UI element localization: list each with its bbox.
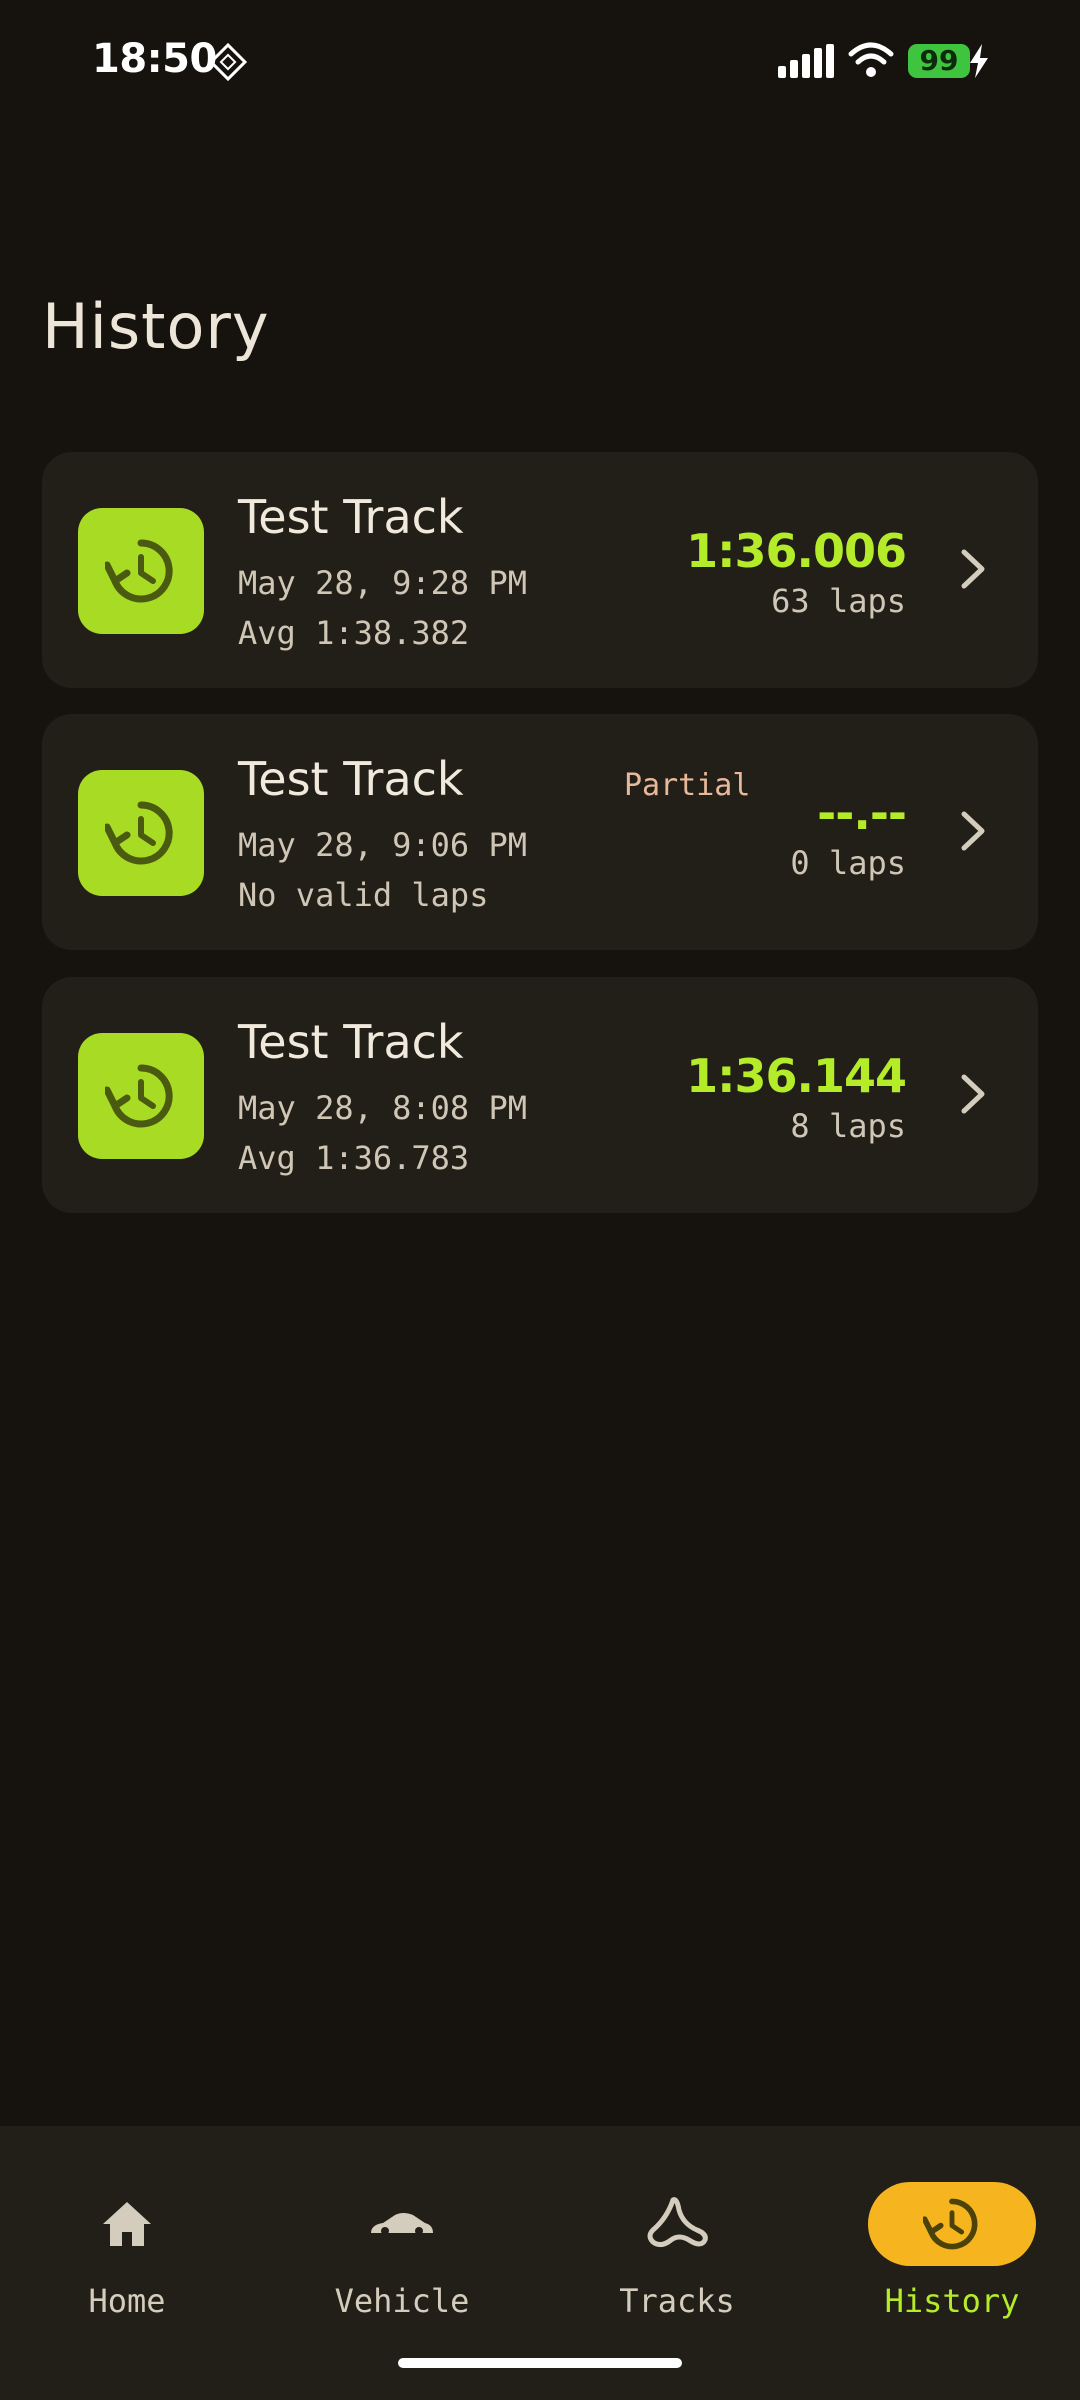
session-card[interactable]: Test Track Partial May 28, 9:06 PM No va…: [42, 714, 1038, 950]
battery-icon: 99: [908, 44, 970, 78]
nav-item-vehicle[interactable]: Vehicle: [287, 2156, 517, 2320]
session-card[interactable]: Test Track May 28, 9:28 PM Avg 1:38.382 …: [42, 452, 1038, 688]
nav-label-tracks: Tracks: [619, 2282, 735, 2320]
session-best-lap: 1:36.006: [686, 524, 907, 578]
session-avg: Avg 1:36.783: [238, 1139, 470, 1177]
page-title: History: [42, 290, 270, 363]
session-laps: 0 laps: [790, 844, 906, 882]
session-laps: 63 laps: [771, 582, 906, 620]
session-card[interactable]: Test Track May 28, 8:08 PM Avg 1:36.783 …: [42, 977, 1038, 1213]
charging-icon: [970, 44, 988, 78]
wifi-icon: [848, 42, 894, 77]
session-status: No valid laps: [238, 876, 489, 914]
chevron-right-icon: [961, 811, 985, 851]
partial-badge: Partial: [624, 768, 751, 803]
diamond-icon: [208, 42, 248, 82]
session-laps: 8 laps: [790, 1107, 906, 1145]
history-icon: [923, 2198, 978, 2250]
nav-item-home[interactable]: Home: [12, 2156, 242, 2320]
nav-icon-container: [868, 2182, 1036, 2266]
session-best-lap: --.--: [817, 786, 907, 840]
nav-icon-container: [318, 2182, 486, 2266]
session-date: May 28, 9:28 PM: [238, 564, 527, 602]
nav-icon-container: [593, 2182, 761, 2266]
session-track: Test Track: [238, 490, 464, 544]
chevron-right-icon: [961, 1074, 985, 1114]
signal-icon: [778, 44, 834, 78]
car-icon: [371, 2213, 433, 2235]
history-screen: 18:50 99 History Test Track May 28, 9:28…: [0, 0, 1080, 2400]
session-date: May 28, 8:08 PM: [238, 1089, 527, 1127]
session-track: Test Track: [238, 752, 464, 806]
nav-label-home: Home: [88, 2282, 166, 2320]
nav-label-history: History: [884, 2282, 1020, 2320]
nav-label-vehicle: Vehicle: [334, 2282, 470, 2320]
session-best-lap: 1:36.144: [686, 1049, 907, 1103]
chevron-right-icon: [961, 549, 985, 589]
nav-icon-container: [43, 2182, 211, 2266]
history-icon: [78, 770, 204, 896]
home-icon: [103, 2202, 151, 2246]
session-avg: Avg 1:38.382: [238, 614, 470, 652]
status-time: 18:50: [92, 36, 217, 82]
home-indicator[interactable]: [398, 2358, 682, 2368]
track-icon: [647, 2197, 708, 2248]
history-icon: [78, 1033, 204, 1159]
session-date: May 28, 9:06 PM: [238, 826, 527, 864]
status-bar: 18:50 99: [0, 0, 1080, 120]
session-track: Test Track: [238, 1015, 464, 1069]
nav-item-history[interactable]: History: [837, 2156, 1067, 2320]
nav-item-tracks[interactable]: Tracks: [562, 2156, 792, 2320]
history-icon: [78, 508, 204, 634]
